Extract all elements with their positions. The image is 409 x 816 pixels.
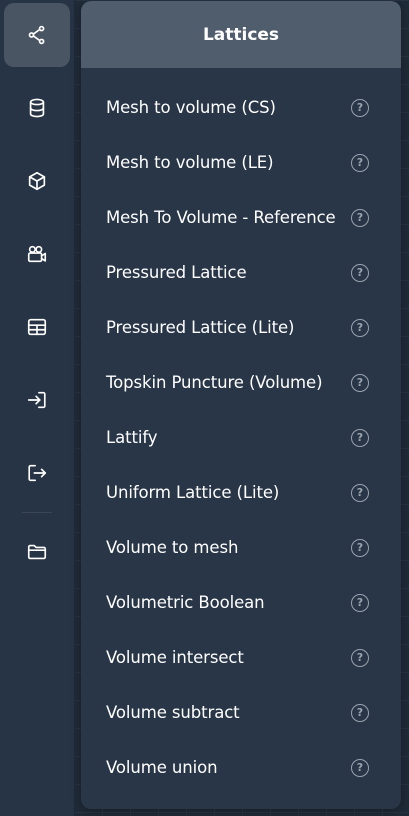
list-item-label: Volumetric Boolean [106,593,265,612]
left-icon-rail [0,0,75,816]
list-item-label: Lattify [106,428,158,447]
logout-icon [28,464,47,482]
list-item[interactable]: Mesh To Volume - Reference? [81,190,401,245]
list-item-label: Volume subtract [106,703,240,722]
help-icon[interactable]: ? [351,428,369,447]
database-icon [29,98,45,118]
list-item-label: Volume union [106,758,218,777]
list-item[interactable]: Lattify? [81,410,401,465]
panel-title: Lattices [81,1,401,68]
list-item[interactable]: Pressured Lattice? [81,245,401,300]
table-button[interactable] [4,295,70,359]
list-item-label: Uniform Lattice (Lite) [106,483,280,502]
list-item[interactable]: Uniform Lattice (Lite)? [81,465,401,520]
list-item[interactable]: Volumetric Boolean? [81,575,401,630]
share-nodes-button[interactable] [4,3,70,67]
login-icon [27,391,46,409]
list-item-label: Topskin Puncture (Volume) [106,373,323,392]
help-icon[interactable]: ? [351,703,369,722]
list-item-label: Pressured Lattice [106,263,247,282]
help-icon[interactable]: ? [351,208,369,227]
help-icon[interactable]: ? [351,538,369,557]
table-icon [27,318,47,336]
rail-divider [22,512,52,513]
list-item[interactable]: Volume intersect? [81,630,401,685]
list-item[interactable]: Volume union? [81,740,401,795]
lattices-panel: Lattices Mesh to volume (CS)? Mesh to vol… [81,1,401,809]
cube-button[interactable] [4,149,70,213]
folder-button[interactable] [4,520,70,584]
video-camera-button[interactable] [4,222,70,286]
help-icon[interactable]: ? [351,263,369,282]
help-icon[interactable]: ? [351,98,369,117]
login-button[interactable] [4,368,70,432]
database-button[interactable] [4,76,70,140]
list-item-label: Mesh to volume (CS) [106,98,276,117]
help-icon[interactable]: ? [351,758,369,777]
share-nodes-icon [28,25,45,45]
list-item[interactable]: Topskin Puncture (Volume)? [81,355,401,410]
video-camera-icon [27,245,47,263]
help-icon[interactable]: ? [351,318,369,337]
list-item-label: Mesh To Volume - Reference [106,208,336,227]
list-item[interactable]: Volume subtract? [81,685,401,740]
list-item-label: Volume intersect [106,648,244,667]
list-item[interactable]: Pressured Lattice (Lite)? [81,300,401,355]
help-icon[interactable]: ? [351,153,369,172]
folder-icon [27,544,47,560]
help-icon[interactable]: ? [351,483,369,502]
list-item-label: Mesh to volume (LE) [106,153,274,172]
help-icon[interactable]: ? [351,648,369,667]
list-item[interactable]: Mesh to volume (CS)? [81,80,401,135]
list-item-label: Pressured Lattice (Lite) [106,318,295,337]
list-item[interactable]: Mesh to volume (LE)? [81,135,401,190]
logout-button[interactable] [4,441,70,505]
list-item-label: Volume to mesh [106,538,239,557]
help-icon[interactable]: ? [351,593,369,612]
help-icon[interactable]: ? [351,373,369,392]
list-item[interactable]: Volume to mesh? [81,520,401,575]
cube-icon [28,171,46,191]
